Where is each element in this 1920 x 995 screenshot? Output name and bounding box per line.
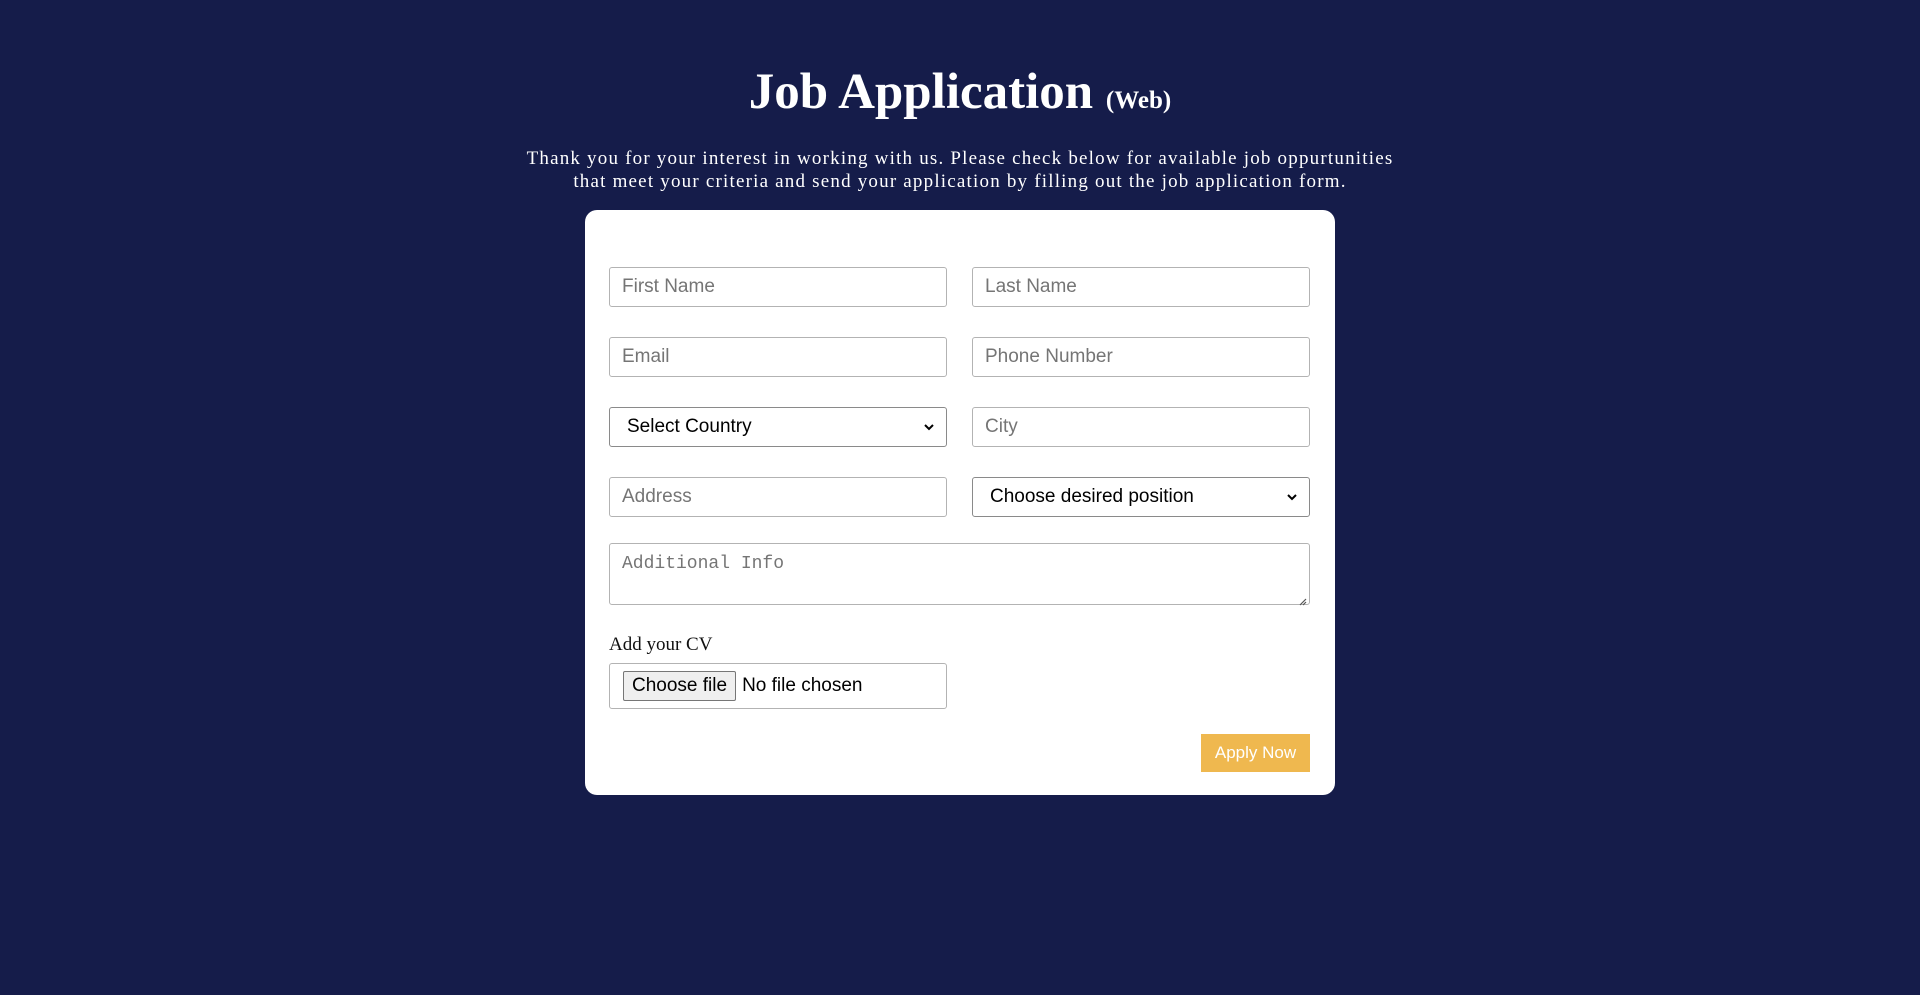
chevron-down-icon [1287, 492, 1297, 502]
additional-info-textarea[interactable]: Additional Info [609, 543, 1310, 606]
phone-number-input[interactable]: Phone Number [972, 337, 1310, 377]
intro-text: Thank you for your interest in working w… [490, 147, 1430, 193]
page-title-suffix: (Web) [1105, 87, 1172, 114]
email-placeholder: Email [622, 346, 670, 367]
intro-line-2: that meet your criteria and send your ap… [573, 171, 1347, 192]
choose-file-button[interactable]: Choose file [623, 671, 737, 701]
position-select-value: Choose desired position [990, 486, 1194, 507]
city-input[interactable]: City [972, 407, 1310, 447]
cv-file-input[interactable]: Choose file No file chosen [609, 663, 947, 709]
address-input[interactable]: Address [609, 477, 947, 517]
apply-now-button[interactable]: Apply Now [1201, 734, 1310, 772]
page-title: Job Application (Web) [0, 62, 1920, 131]
intro-line-1: Thank you for your interest in working w… [526, 148, 1394, 169]
application-form-card: First Name Last Name Email Phone Number … [585, 210, 1335, 795]
country-select[interactable]: Select Country [609, 407, 947, 447]
page-header: Job Application (Web) Thank you for your… [0, 62, 1920, 193]
chevron-down-icon [924, 422, 934, 432]
additional-info-placeholder: Additional Info [622, 554, 785, 574]
first-name-input[interactable]: First Name [609, 267, 947, 307]
last-name-placeholder: Last Name [985, 276, 1077, 297]
cv-label: Add your CV [609, 634, 713, 655]
city-placeholder: City [985, 416, 1018, 437]
resize-grip-icon[interactable] [1297, 592, 1307, 606]
phone-number-placeholder: Phone Number [985, 346, 1113, 367]
email-input[interactable]: Email [609, 337, 947, 377]
first-name-placeholder: First Name [622, 276, 715, 297]
page-title-text: Job Application [748, 64, 1094, 120]
position-select[interactable]: Choose desired position [972, 477, 1310, 517]
address-placeholder: Address [622, 486, 692, 507]
last-name-input[interactable]: Last Name [972, 267, 1310, 307]
country-select-value: Select Country [627, 416, 752, 437]
file-status-text: No file chosen [742, 675, 863, 696]
